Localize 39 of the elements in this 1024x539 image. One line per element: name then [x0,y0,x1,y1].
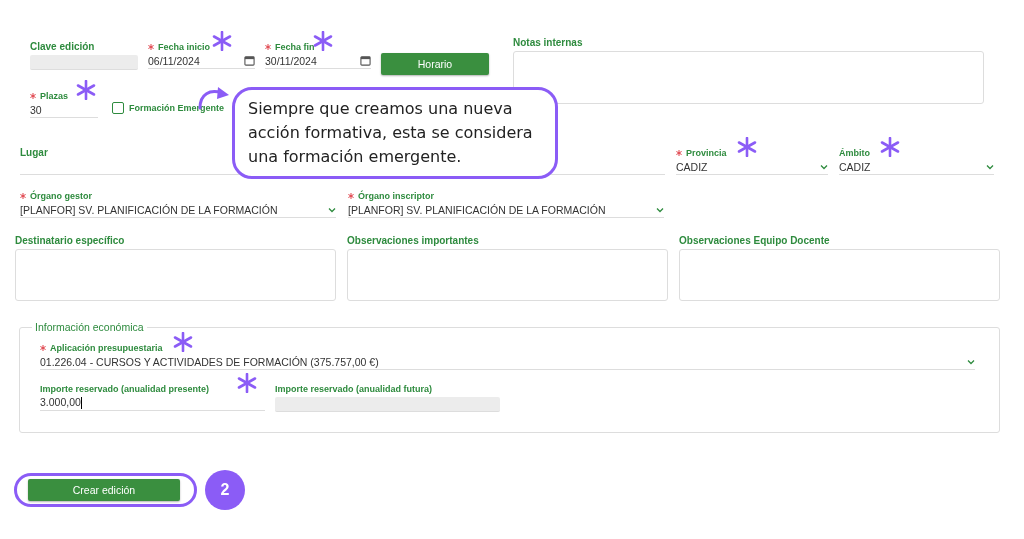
date-field[interactable]: 30/11/2024 [265,53,371,69]
field-label: Destinatario específico [15,234,125,247]
field-label: Observaciones importantes [347,234,479,247]
field-label: Observaciones Equipo Docente [679,234,830,247]
calendar-icon[interactable] [360,55,371,66]
field-label: Ámbito [839,146,870,159]
select-field[interactable]: 01.226.04 - CURSOS Y ACTIVIDADES DE FORMACIÓN (375.757,00 €) [40,354,975,370]
fieldset-legend: Información económica [32,321,147,333]
chevron-down-icon[interactable] [328,206,336,213]
field-label: Fecha inicio [148,40,210,53]
select-field[interactable]: CADIZ [676,159,828,175]
field-label: Importe reservado (anualidad presente) [40,382,210,395]
select-field[interactable]: [PLANFOR] SV. PLANIFICACIÓN DE LA FORMACIÓN [20,202,336,218]
input-field[interactable]: 3.000,00 [40,395,265,411]
input-field[interactable]: 30 [30,102,98,118]
chevron-down-icon[interactable] [986,163,994,170]
chevron-down-icon[interactable] [967,358,975,365]
create-button[interactable]: Crear edición [28,479,180,501]
checkbox-label: Formación Emergente [129,103,225,113]
calendar-icon[interactable] [244,55,255,66]
select-field[interactable]: [PLANFOR] SV. PLANIFICACIÓN DE LA FORMACIÓN [348,202,664,218]
schedule-button[interactable]: Horario [381,53,489,75]
field-label: Importe reservado (anualidad futura) [275,382,433,395]
select-field[interactable]: CADIZ [839,159,994,175]
checkbox[interactable] [112,102,124,114]
field-label: Fecha fin [265,40,315,53]
field-label: Aplicación presupuestaria [40,341,163,354]
callout-tooltip: Siempre que creamos una nueva acción formativa, esta se considera una formación emergente. [232,87,558,179]
field-label: Notas internas [513,36,583,49]
field-label: Órgano inscriptor [348,189,434,202]
chevron-down-icon[interactable] [820,163,828,170]
step-badge: 2 [205,470,245,510]
date-field[interactable]: 06/11/2024 [148,53,255,69]
field-label: Lugar [20,146,48,159]
field-label: Clave edición [30,40,95,53]
field-label: Provincia [676,146,727,159]
chevron-down-icon[interactable] [656,206,664,213]
field-label: Plazas [30,89,69,102]
field-label: Órgano gestor [20,189,92,202]
